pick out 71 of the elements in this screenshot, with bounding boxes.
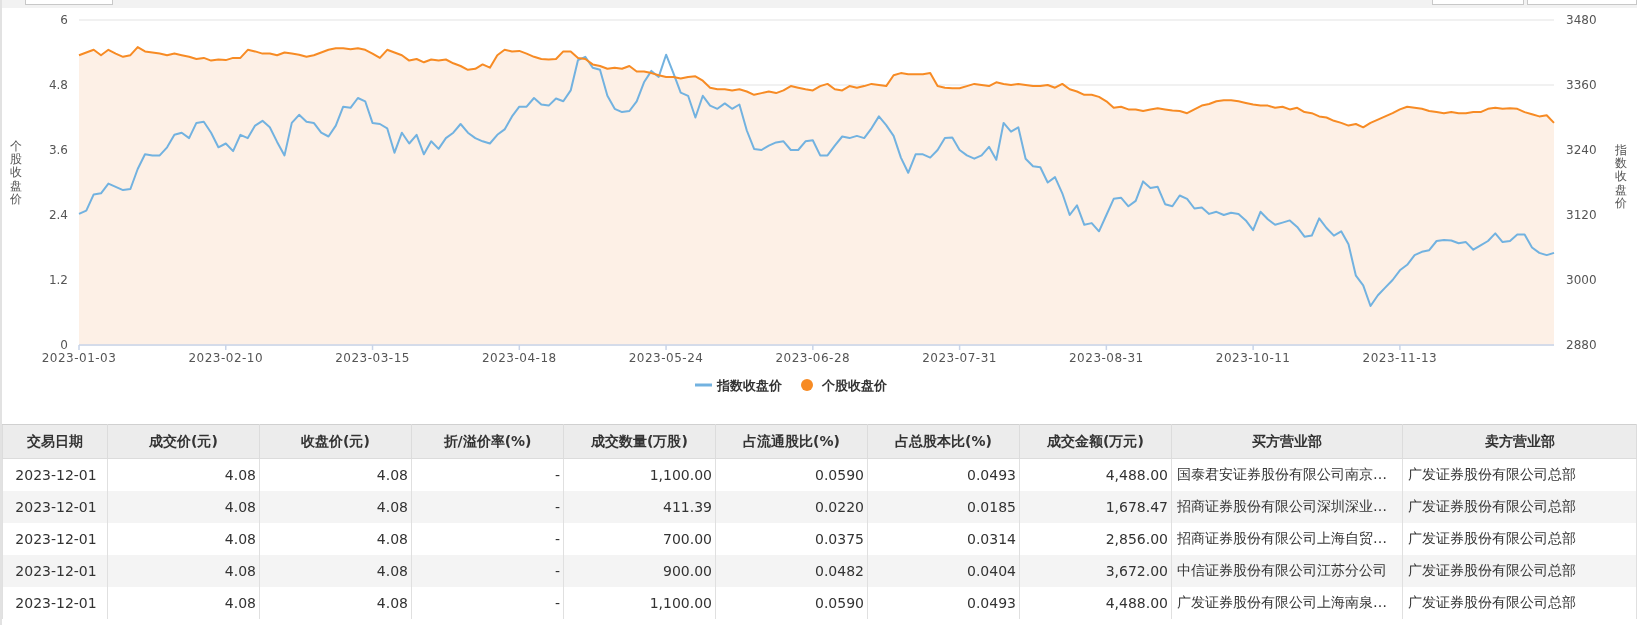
legend-dot-icon: [801, 379, 813, 391]
y-tick-label: 3.6: [48, 143, 68, 157]
table-cell: 4.08: [107, 555, 260, 587]
legend-label[interactable]: 指数收盘价: [717, 378, 782, 393]
table-cell: 0.0185: [867, 491, 1020, 523]
x-tick-label: 2023-04-18: [481, 351, 557, 365]
x-tick-label: 2023-06-28: [775, 351, 851, 365]
column-header: 成交金额(万元): [1019, 424, 1172, 459]
y-tick-label: 2880: [1566, 338, 1597, 352]
x-tick-label: 2023-03-15: [335, 351, 410, 365]
column-header: 卖方营业部: [1402, 424, 1637, 459]
column-header: 占流通股比(%): [715, 424, 868, 459]
table-cell: 3,672.00: [1019, 555, 1172, 587]
table-cell: -: [411, 587, 564, 619]
table-cell: 2023-12-01: [2, 491, 108, 523]
column-header: 成交价(元): [107, 424, 260, 459]
legend-line-icon: [695, 383, 712, 387]
x-tick-label: 2023-05-24: [628, 351, 704, 365]
x-tick-label: 2023-01-03: [41, 351, 117, 365]
table-cell: -: [411, 555, 564, 587]
table-cell: -: [411, 491, 564, 523]
toolbar-button[interactable]: [1527, 0, 1637, 5]
table-cell: 2023-12-01: [2, 587, 108, 619]
table-cell: 0.0493: [867, 587, 1020, 619]
table-cell: 广发证券股份有限公司总部: [1402, 491, 1637, 523]
legend-label[interactable]: 个股收盘价: [822, 378, 887, 393]
y-tick-label: 3240: [1566, 143, 1597, 157]
toolbar-button[interactable]: [25, 0, 113, 5]
table-cell: 中信证券股份有限公司江苏分公司: [1171, 555, 1403, 587]
y-tick-label: 2.4: [48, 208, 68, 222]
y-tick-label: 3360: [1566, 78, 1597, 92]
table-cell: 0.0590: [715, 587, 868, 619]
table-cell: 招商证券股份有限公司深圳深业…: [1171, 491, 1403, 523]
table-cell: 4.08: [107, 587, 260, 619]
x-tick-label: 2023-11-13: [1362, 351, 1438, 365]
x-tick-label: 2023-07-31: [922, 351, 997, 365]
toolbar-button[interactable]: [1432, 0, 1524, 5]
y-tick-label: 0: [60, 338, 68, 352]
table-cell: 0.0482: [715, 555, 868, 587]
axis-title: 个股收盘价: [10, 140, 22, 206]
table-cell: 1,678.47: [1019, 491, 1172, 523]
x-tick-label: 2023-10-11: [1215, 351, 1291, 365]
y-tick-label: 6: [60, 13, 68, 27]
column-header: 占总股本比(%): [867, 424, 1020, 459]
table-cell: 4.08: [259, 587, 412, 619]
y-tick-label: 1.2: [48, 273, 68, 287]
table-cell: 广发证券股份有限公司总部: [1402, 555, 1637, 587]
table-cell: 1,100.00: [563, 587, 716, 619]
table-cell: 4.08: [107, 491, 260, 523]
axis-title: 指数收盘价: [1615, 144, 1627, 210]
column-header: 折/溢价率(%): [411, 424, 564, 459]
column-header: 买方营业部: [1171, 424, 1403, 459]
table-cell: 4.08: [259, 491, 412, 523]
table-cell: 411.39: [563, 491, 716, 523]
table-cell: 4,488.00: [1019, 587, 1172, 619]
x-tick-label: 2023-02-10: [188, 351, 264, 365]
table-cell: 广发证券股份有限公司上海南泉…: [1171, 587, 1403, 619]
table-cell: 0.0404: [867, 555, 1020, 587]
x-tick-label: 2023-08-31: [1069, 351, 1144, 365]
y-tick-label: 3120: [1566, 208, 1597, 222]
table-cell: 4.08: [259, 555, 412, 587]
y-tick-label: 4.8: [48, 78, 68, 92]
table-cell: 2023-12-01: [2, 555, 108, 587]
table-cell: 0.0220: [715, 491, 868, 523]
y-tick-label: 3000: [1566, 273, 1597, 287]
table-cell: 900.00: [563, 555, 716, 587]
table-cell: 广发证券股份有限公司总部: [1402, 587, 1637, 619]
column-header: 交易日期: [2, 424, 108, 459]
y-tick-label: 3480: [1566, 13, 1597, 27]
column-header: 收盘价(元): [259, 424, 412, 459]
column-header: 成交数量(万股): [563, 424, 716, 459]
